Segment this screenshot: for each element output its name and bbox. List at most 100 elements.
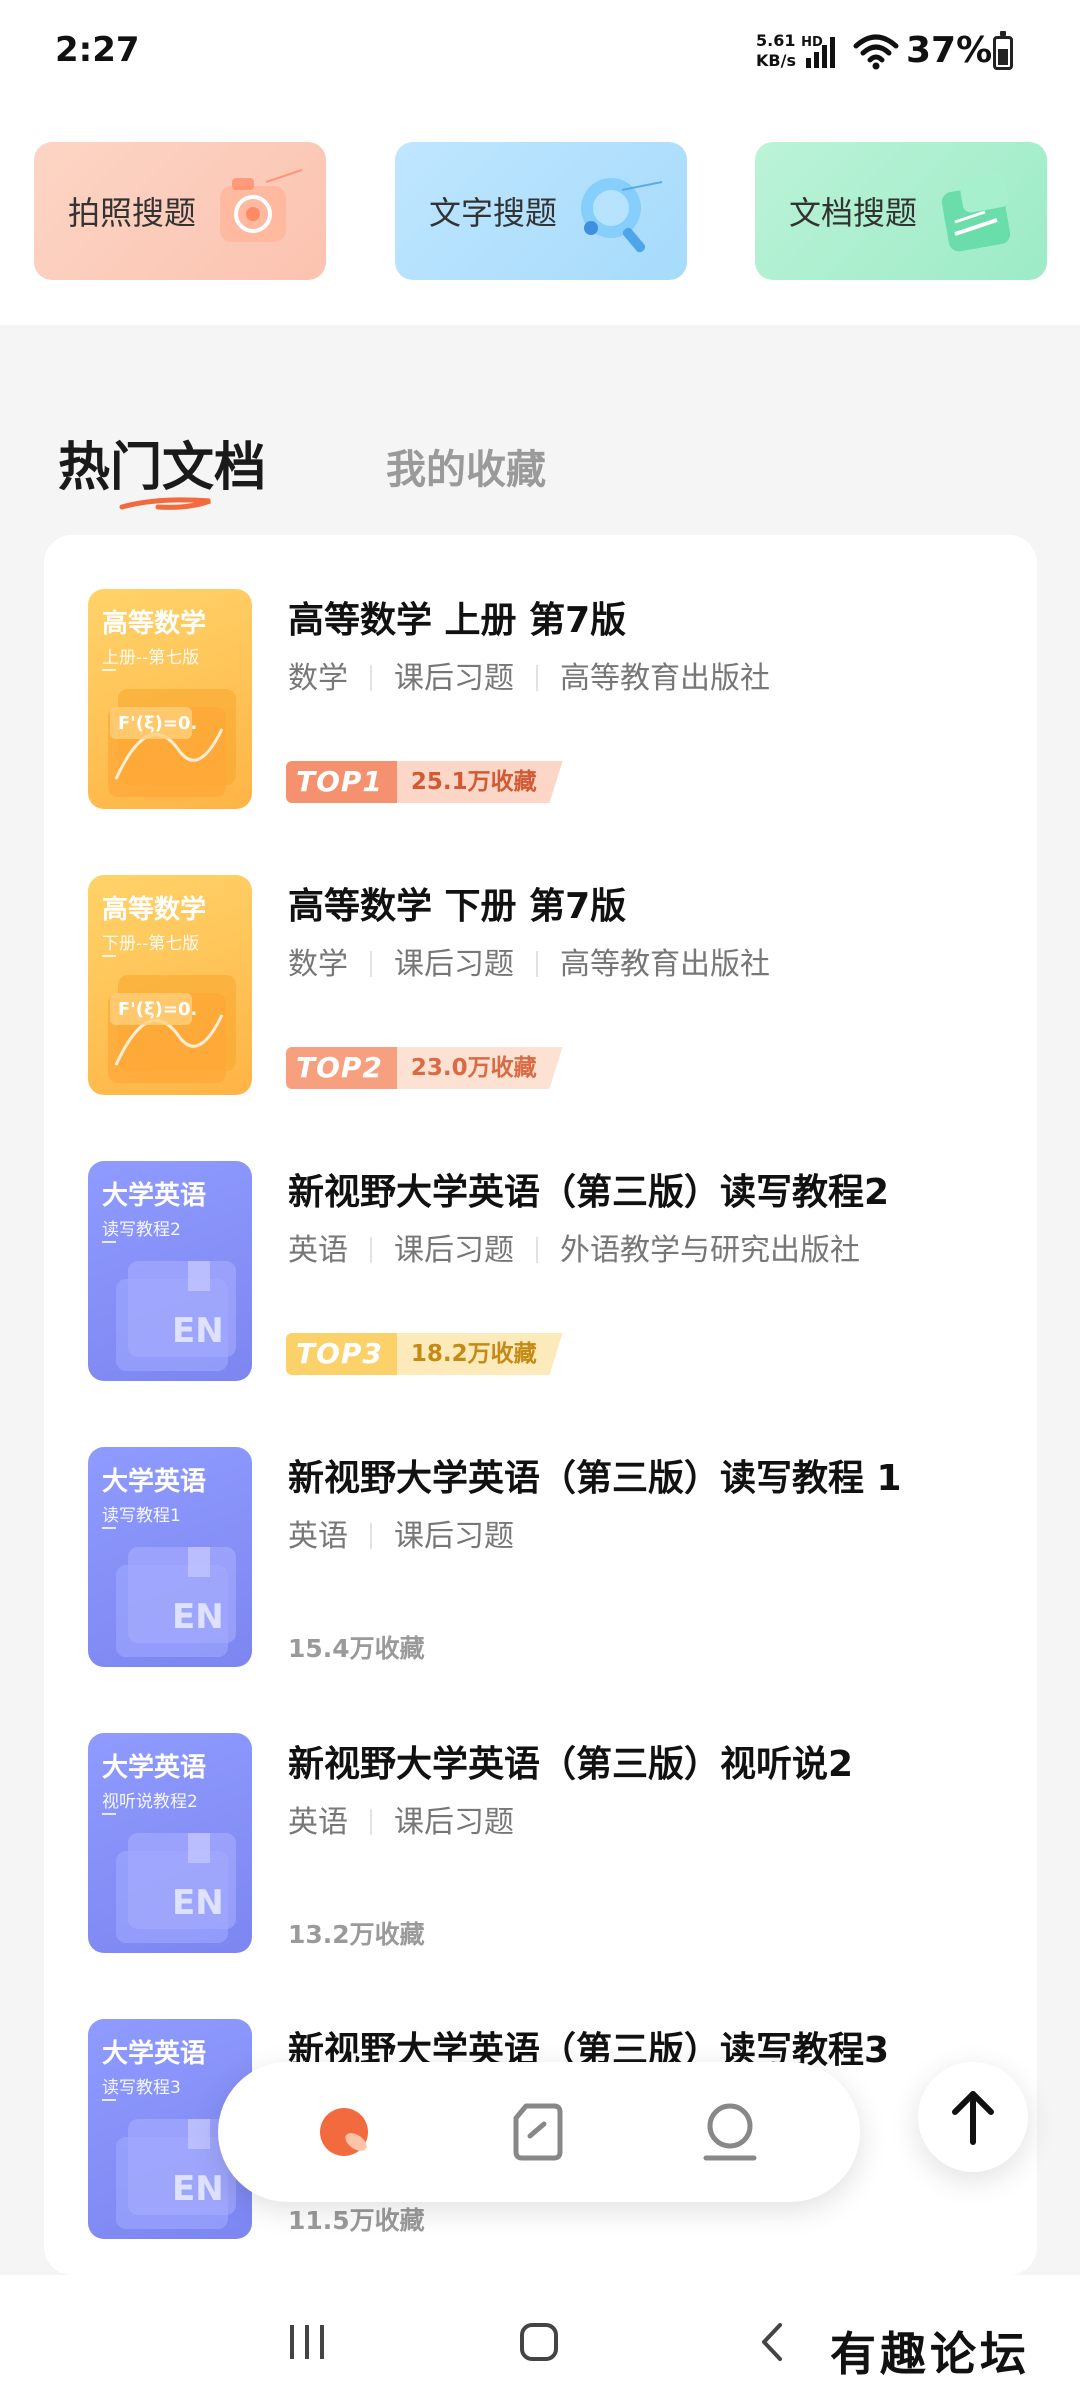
- cover-dash: [102, 2099, 116, 2101]
- document-tags: 英语 课后习题: [288, 1797, 514, 1841]
- arrow-up-icon: [952, 2091, 994, 2145]
- tab-bar: 热门文档 我的收藏: [0, 325, 1080, 535]
- tag-publisher: 高等教育出版社: [560, 661, 770, 696]
- library-tab-icon[interactable]: [502, 2096, 574, 2168]
- tag-subject: 英语: [288, 1805, 348, 1840]
- document-cover: 大学英语 读写教程2 EN: [88, 1161, 252, 1381]
- net-speed-value: 5.61: [756, 31, 796, 50]
- cover-title: 高等数学: [102, 609, 207, 639]
- tag-subject: 英语: [288, 1233, 348, 1268]
- text-search-label: 文字搜题: [429, 194, 558, 232]
- photo-search-button[interactable]: 拍照搜题: [34, 142, 326, 280]
- document-search-button[interactable]: 文档搜题: [755, 142, 1047, 280]
- tag-type: 课后习题: [394, 661, 514, 696]
- tab-hot-documents[interactable]: 热门文档: [58, 425, 266, 500]
- cover-en: EN: [172, 1311, 224, 1351]
- cover-dash: [102, 669, 116, 671]
- cover-en: EN: [172, 1883, 224, 1923]
- tab-my-favorites[interactable]: 我的收藏: [386, 437, 546, 495]
- cover-subtitle: 读写教程3: [102, 2078, 181, 2098]
- cover-title: 大学英语: [102, 1181, 207, 1211]
- tag-subject: 数学: [288, 947, 348, 982]
- favorite-count: 15.4万收藏: [288, 1634, 425, 1663]
- favorite-count: 18.2万收藏: [396, 1333, 563, 1375]
- signal-icon: [806, 37, 835, 68]
- favorite-count: 25.1万收藏: [396, 761, 563, 803]
- home-tab-icon[interactable]: [310, 2096, 382, 2168]
- back-to-top-button[interactable]: [918, 2062, 1028, 2172]
- active-tab-indicator: [119, 497, 211, 510]
- cover-en: EN: [172, 1597, 224, 1637]
- document-cover: 大学英语 读写教程1 EN: [88, 1447, 252, 1667]
- list-item[interactable]: 高等数学 下册--第七版 F'(ξ)=0. 高等数学 下册 第7版 数学 课后习题…: [44, 821, 1037, 1107]
- tag-publisher: 高等教育出版社: [560, 947, 770, 982]
- cover-dash: [102, 1527, 116, 1529]
- search-tools: 拍照搜题 文字搜题 文档搜题: [0, 100, 1080, 325]
- rank-badge: TOP1 25.1万收藏: [286, 761, 563, 803]
- cover-title: 高等数学: [102, 895, 207, 925]
- cover-title: 大学英语: [102, 1467, 207, 1497]
- favorite-count: 11.5万收藏: [288, 2206, 425, 2235]
- cover-subtitle: 读写教程2: [102, 1220, 181, 1240]
- cover-title: 大学英语: [102, 2039, 207, 2069]
- status-bar: 2:27 5.61 HD KB/s 37%: [0, 0, 1080, 100]
- net-speed-unit: KB/s: [756, 51, 796, 70]
- profile-tab-icon[interactable]: [694, 2096, 766, 2168]
- rank-badge: TOP2 23.0万收藏: [286, 1047, 563, 1089]
- document-search-icon: [941, 173, 1011, 252]
- recent-apps-icon[interactable]: [282, 2317, 332, 2367]
- list-item[interactable]: 大学英语 读写教程2 EN 新视野大学英语（第三版）读写教程2 英语 课后习题 外语…: [44, 1107, 1037, 1393]
- cover-formula: F'(ξ)=0.: [118, 999, 198, 1020]
- tag-type: 课后习题: [394, 1805, 514, 1840]
- tag-subject: 英语: [288, 1519, 348, 1554]
- cover-dash: [102, 1241, 116, 1243]
- document-cover: 大学英语 视听说教程2 EN: [88, 1733, 252, 1953]
- battery-percent: 37%: [906, 30, 993, 71]
- cover-dash: [102, 1813, 116, 1815]
- cover-dash: [102, 955, 116, 957]
- document-title: 新视野大学英语（第三版）视听说2: [288, 1744, 854, 1785]
- floating-tab-bar: [218, 2062, 860, 2202]
- favorite-count: 23.0万收藏: [396, 1047, 563, 1089]
- document-cover: 高等数学 下册--第七版 F'(ξ)=0.: [88, 875, 252, 1095]
- cover-formula: F'(ξ)=0.: [118, 713, 198, 734]
- wifi-icon: [853, 34, 899, 70]
- battery-icon: [993, 31, 1013, 70]
- home-icon[interactable]: [514, 2317, 564, 2367]
- document-tags: 数学 课后习题 高等教育出版社: [288, 653, 770, 697]
- list-item[interactable]: 高等数学 上册--第七版 F'(ξ)=0. 高等数学 上册 第7版 数学 课后习题…: [44, 535, 1037, 821]
- list-item[interactable]: 大学英语 读写教程1 EN 新视野大学英语（第三版）读写教程 1 英语 课后习题 …: [44, 1393, 1037, 1679]
- camera-icon: [220, 169, 303, 242]
- document-title: 新视野大学英语（第三版）读写教程 1: [288, 1458, 902, 1499]
- document-title: 高等数学 下册 第7版: [288, 886, 627, 927]
- rank-badge: TOP3 18.2万收藏: [286, 1333, 563, 1375]
- favorite-count: 13.2万收藏: [288, 1920, 425, 1949]
- cover-subtitle: 上册--第七版: [102, 648, 200, 668]
- document-tags: 英语 课后习题: [288, 1511, 514, 1555]
- rank-label: TOP3: [286, 1333, 397, 1375]
- text-search-icon: [581, 178, 663, 253]
- text-search-button[interactable]: 文字搜题: [395, 142, 687, 280]
- cover-subtitle: 下册--第七版: [102, 934, 200, 954]
- document-list: 高等数学 上册--第七版 F'(ξ)=0. 高等数学 上册 第7版 数学 课后习题…: [44, 535, 1037, 2275]
- document-search-label: 文档搜题: [789, 194, 918, 232]
- tag-type: 课后习题: [394, 1519, 514, 1554]
- cover-title: 大学英语: [102, 1753, 207, 1783]
- photo-search-label: 拍照搜题: [68, 194, 197, 232]
- document-title: 高等数学 上册 第7版: [288, 600, 627, 641]
- cover-en: EN: [172, 2169, 224, 2209]
- list-item[interactable]: 大学英语 视听说教程2 EN 新视野大学英语（第三版）视听说2 英语 课后习题 1…: [44, 1679, 1037, 1965]
- cover-subtitle: 读写教程1: [102, 1506, 181, 1526]
- document-tags: 英语 课后习题 外语教学与研究出版社: [288, 1225, 860, 1269]
- document-tags: 数学 课后习题 高等教育出版社: [288, 939, 770, 983]
- tag-publisher: 外语教学与研究出版社: [560, 1233, 860, 1268]
- cover-subtitle: 视听说教程2: [102, 1792, 198, 1812]
- back-icon[interactable]: [748, 2317, 798, 2367]
- tag-type: 课后习题: [394, 947, 514, 982]
- document-title: 新视野大学英语（第三版）读写教程2: [288, 1172, 890, 1213]
- rank-label: TOP1: [286, 761, 397, 803]
- tag-subject: 数学: [288, 661, 348, 696]
- system-navigation-bar: 有趣论坛: [0, 2275, 1080, 2400]
- watermark: 有趣论坛: [830, 2327, 1030, 2381]
- clock: 2:27: [55, 30, 140, 70]
